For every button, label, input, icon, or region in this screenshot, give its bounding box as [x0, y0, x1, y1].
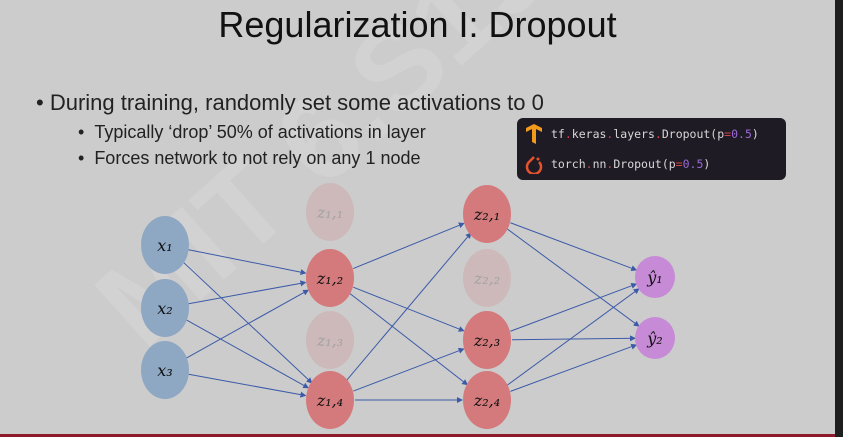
- edge-x3-z14: [188, 373, 307, 398]
- window-edge: [835, 0, 843, 437]
- node-z13-dropped: z₁,₃: [306, 311, 354, 369]
- node-label: z₁,₂: [316, 269, 343, 288]
- node-label: x₂: [157, 299, 172, 318]
- node-x2: x₂: [141, 279, 189, 337]
- node-label: z₁,₄: [316, 391, 343, 410]
- node-z21: z₂,₁: [463, 185, 511, 243]
- node-label: ŷ₁: [646, 268, 662, 287]
- node-x3: x₃: [141, 341, 189, 399]
- edge-z24-y2: [510, 343, 638, 392]
- edge-z23-y1: [510, 282, 638, 332]
- node-y2: ŷ₂: [635, 317, 675, 359]
- edge-x1-z14: [182, 261, 313, 384]
- node-y1: ŷ₁: [635, 256, 675, 298]
- node-label: z₂,₁: [473, 205, 500, 224]
- node-z22-dropped: z₂,₂: [463, 249, 511, 307]
- node-x1: x₁: [141, 216, 189, 274]
- node-label: z₁,₃: [316, 331, 343, 350]
- edge-z21-y1: [510, 222, 638, 272]
- node-z12: z₁,₂: [306, 249, 354, 307]
- node-label: z₂,₂: [473, 269, 500, 288]
- edge-z24-y1: [506, 288, 640, 386]
- node-label: z₂,₄: [473, 391, 500, 410]
- edge-z23-y2: [511, 335, 637, 342]
- node-label: x₁: [157, 236, 172, 255]
- edge-z21-y2: [506, 228, 640, 327]
- network-diagram: x₁ x₂ x₃ z₁,₁ z₁,₂ z₁,₃ z₁,₄ z₂,₁ z₂,₂ z₂,₃ z₂,₄ ŷ₁…: [141, 183, 675, 429]
- node-label: z₂,₃: [473, 331, 500, 350]
- node-z14: z₁,₄: [306, 371, 354, 429]
- slide: MIT 6.S191 Regularization I: Dropout • D…: [0, 0, 835, 434]
- edge-z14-z23: [353, 347, 465, 392]
- edge-x1-z12: [188, 249, 307, 276]
- edge-x2-z12: [188, 280, 307, 305]
- node-z24: z₂,₄: [463, 371, 511, 429]
- edge-z14-z21: [345, 232, 472, 382]
- node-label: ŷ₂: [646, 329, 662, 348]
- node-z11-dropped: z₁,₁: [306, 183, 354, 241]
- node-label: z₁,₁: [316, 203, 343, 222]
- node-label: x₃: [157, 361, 172, 380]
- node-z23: z₂,₃: [463, 311, 511, 369]
